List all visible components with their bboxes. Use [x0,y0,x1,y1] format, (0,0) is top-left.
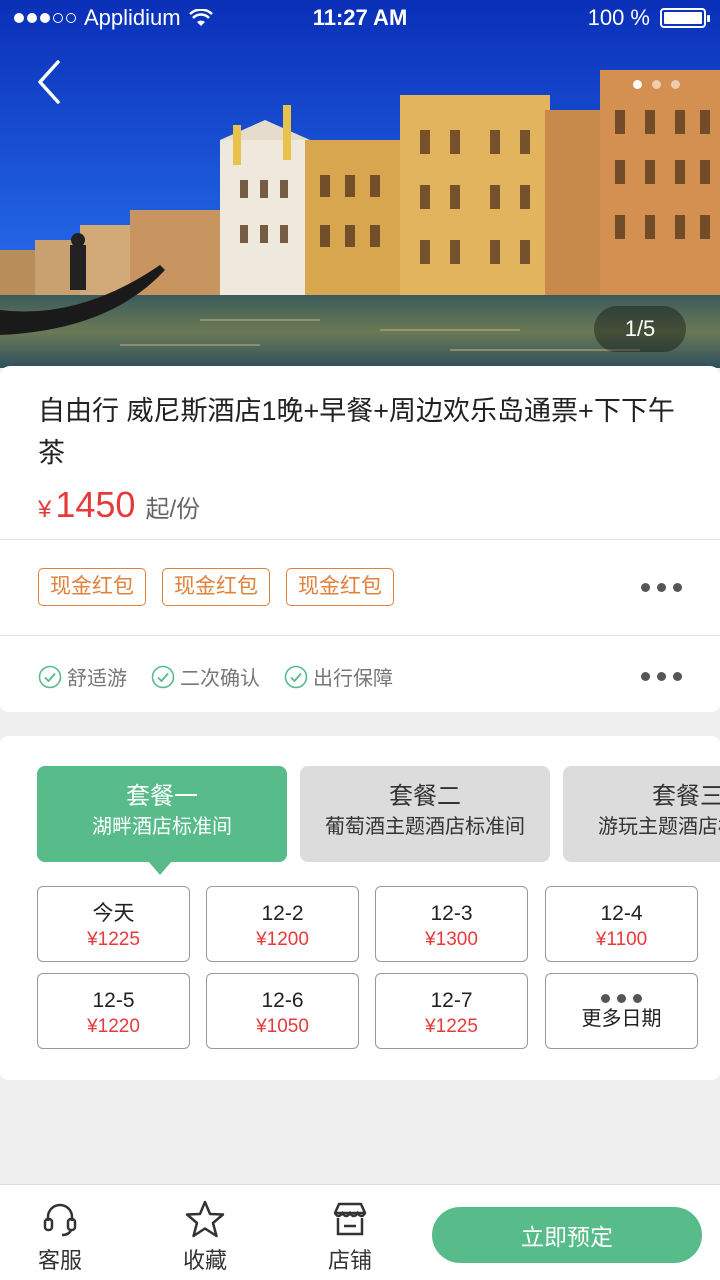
date-option[interactable]: 今天 ¥1225 [37,886,190,962]
feature-item: 舒适游 [38,662,127,691]
more-coupons-icon[interactable] [641,583,682,592]
date-price: ¥1300 [425,929,478,950]
package-tab-3[interactable]: 套餐三 游玩主题酒店标准间 [563,766,720,862]
product-title: 自由行 威尼斯酒店1晚+早餐+周边欢乐岛通票+下下午茶 [38,396,675,468]
date-label: 12-6 [261,989,304,1012]
date-label: 12-2 [261,902,304,925]
screen: Applidium 11:27 AM 100 % 1/5 自由行 威尼斯酒店1晚… [0,0,720,1280]
carrier-name: Applidium [84,5,181,30]
date-price: ¥1200 [256,929,309,950]
coupon-tag[interactable]: 现金红包 [38,568,146,606]
date-label: 12-4 [600,902,643,925]
date-option[interactable]: 12-4 ¥1100 [545,886,698,962]
feature-list: 舒适游 二次确认 出行保障 [38,662,393,691]
tab-service[interactable]: 客服 [20,1199,100,1275]
more-dates-label: 更多日期 [581,1008,662,1030]
star-icon [185,1200,225,1238]
divider [0,539,720,540]
check-circle-icon [284,665,308,688]
carousel-dot [633,80,642,89]
image-counter: 1/5 [594,306,686,352]
more-dates-button[interactable]: 更多日期 [545,973,698,1049]
tab-favorite-label: 收藏 [182,1248,227,1273]
check-circle-icon [151,665,175,688]
tab-service-label: 客服 [37,1248,82,1273]
feature-item: 二次确认 [151,662,260,691]
store-icon [333,1202,367,1236]
more-dots-icon [546,994,697,1004]
package-desc: 葡萄酒主题酒店标准间 [325,816,525,838]
carousel-dot [671,80,680,89]
package-tab-2[interactable]: 套餐二 葡萄酒主题酒店标准间 [300,766,550,862]
date-label: 12-3 [430,902,473,925]
date-option[interactable]: 12-7 ¥1225 [375,973,528,1049]
tab-store-label: 店铺 [327,1248,372,1273]
headset-icon [43,1203,77,1237]
price-value: 1450 [55,484,136,525]
date-label: 今天 [92,902,135,925]
package-desc: 游玩主题酒店标准间 [598,816,720,838]
more-features-icon[interactable] [641,672,682,681]
status-time: 11:27 AM [312,5,408,30]
battery-percent: 100 % [587,5,650,30]
date-label: 12-7 [430,989,473,1012]
feature-label: 舒适游 [67,668,127,690]
date-label: 12-5 [92,989,135,1012]
check-circle-icon [38,665,62,688]
coupon-tag[interactable]: 现金红包 [162,568,270,606]
package-selection-card: 套餐一 湖畔酒店标准间 套餐二 葡萄酒主题酒店标准间 套餐三 游玩主题酒店标准间… [0,736,720,1080]
price-unit: 起/份 [145,496,201,523]
date-option[interactable]: 12-3 ¥1300 [375,886,528,962]
coupon-tag[interactable]: 现金红包 [286,568,394,606]
hero-image-carousel[interactable]: Applidium 11:27 AM 100 % 1/5 [0,0,720,368]
divider [0,635,720,636]
tab-store[interactable]: 店铺 [310,1199,390,1275]
date-option[interactable]: 12-6 ¥1050 [206,973,359,1049]
date-price: ¥1220 [87,1016,140,1037]
tab-favorite[interactable]: 收藏 [165,1199,245,1275]
date-price: ¥1225 [87,929,140,950]
date-option[interactable]: 12-5 ¥1220 [37,973,190,1049]
product-info-card: 自由行 威尼斯酒店1晚+早餐+周边欢乐岛通票+下下午茶 ¥ 1450 起/份 现… [0,366,720,712]
date-price: ¥1050 [256,1016,309,1037]
battery-icon [660,8,710,28]
coupon-list: 现金红包 现金红包 现金红包 [38,568,394,606]
product-price: ¥ 1450 起/份 [38,484,200,526]
carousel-dots [633,80,680,89]
feature-item: 出行保障 [284,662,393,691]
carousel-dot [652,80,661,89]
chevron-left-icon[interactable] [30,56,70,108]
wifi-icon [188,9,213,26]
bottom-tab-bar: 客服 收藏 店铺 立即预定 [0,1184,720,1280]
date-price: ¥1100 [595,929,648,950]
status-bar: Applidium 11:27 AM 100 % [0,0,720,36]
selected-package-arrow [148,861,172,875]
package-name: 套餐三 [652,783,720,810]
package-tab-1[interactable]: 套餐一 湖畔酒店标准间 [37,766,287,862]
package-desc: 湖畔酒店标准间 [92,816,232,838]
feature-label: 二次确认 [180,668,260,690]
currency-symbol: ¥ [38,496,52,523]
signal-icon [14,13,76,23]
feature-label: 出行保障 [313,668,393,690]
package-name: 套餐二 [389,783,461,810]
package-name: 套餐一 [126,783,198,810]
date-price: ¥1225 [425,1016,478,1037]
date-option[interactable]: 12-2 ¥1200 [206,886,359,962]
book-now-button[interactable]: 立即预定 [432,1207,702,1263]
